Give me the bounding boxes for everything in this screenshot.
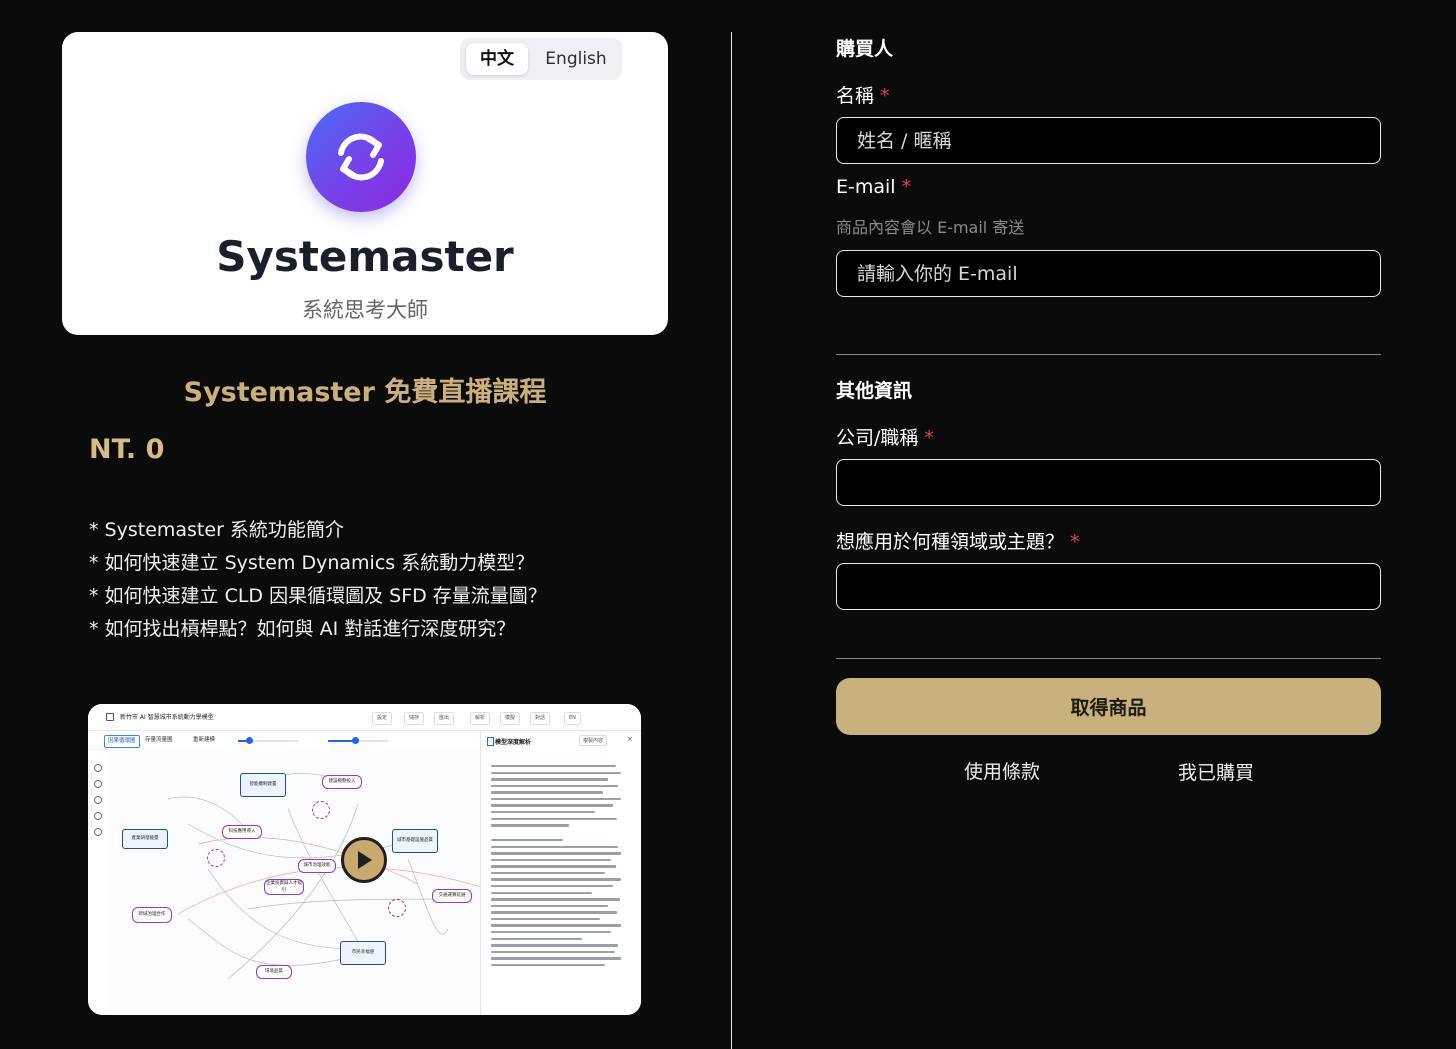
diagram-node: 科技應用導入 bbox=[222, 825, 262, 839]
diagram-node: 企業投資與人才吸引 bbox=[264, 879, 304, 895]
required-mark: * bbox=[880, 85, 890, 107]
name-label-text: 名稱 bbox=[836, 85, 875, 107]
home-icon bbox=[106, 713, 114, 721]
video-app-title: 新竹市 AI 智慧城市系統動力學模型 bbox=[120, 714, 214, 721]
email-label: E-mail * bbox=[836, 176, 911, 198]
email-hint: 商品內容會以 E-mail 寄送 bbox=[836, 218, 1025, 237]
course-title: Systemaster 免費直播課程 bbox=[183, 377, 547, 408]
required-mark: * bbox=[901, 176, 912, 198]
video-slider bbox=[238, 737, 298, 744]
lang-en-button[interactable]: English bbox=[536, 43, 616, 75]
reinforcing-loop-icon bbox=[312, 801, 330, 819]
domain-label: 想應用於何種領域或主題？ * bbox=[836, 527, 1080, 554]
video-tabs-bar: 因果循環圖 存量流量圖 重新建模 bbox=[88, 731, 480, 750]
get-product-button[interactable]: 取得商品 bbox=[836, 678, 1381, 735]
video-analysis-panel: 模型深度解析 複製內容 × bbox=[480, 731, 641, 1015]
video-tab-rebuild: 重新建模 bbox=[193, 737, 216, 743]
video-tool-simulate: 模擬 bbox=[500, 712, 521, 725]
domain-input[interactable] bbox=[836, 563, 1381, 610]
company-label-text: 公司/職稱 bbox=[836, 427, 919, 449]
email-label-text: E-mail bbox=[836, 176, 896, 198]
feature-item: * 如何快速建立 System Dynamics 系統動力模型？ bbox=[89, 552, 535, 574]
video-tool-export: 匯出 bbox=[434, 712, 455, 725]
diagram-node: 城市治理效能 bbox=[298, 859, 336, 873]
other-info-section-title: 其他資訊 bbox=[836, 380, 913, 402]
video-tool-lang: EN bbox=[564, 712, 581, 725]
name-label: 名稱 * bbox=[836, 81, 890, 108]
language-switch: 中文 English bbox=[460, 38, 622, 80]
already-purchased-link[interactable]: 我已購買 bbox=[1178, 758, 1254, 785]
product-card: 中文 English Systemaster 系統思考大師 bbox=[62, 32, 668, 335]
terms-link[interactable]: 使用條款 bbox=[964, 757, 1040, 784]
video-tool-save: 儲存 bbox=[404, 712, 425, 725]
video-tool-chat: 對話 bbox=[530, 712, 551, 725]
price: NT. 0 bbox=[89, 434, 165, 465]
play-icon[interactable] bbox=[341, 837, 387, 883]
video-canvas-tools bbox=[94, 764, 104, 844]
document-icon bbox=[487, 737, 494, 746]
video-diagram-canvas: 智能機制建置 建設規劃投入 產業研發能量 科技應用導入 城市基礎設施品質 城市治… bbox=[108, 749, 480, 1015]
video-preview[interactable]: 新竹市 AI 智慧城市系統動力學模型 設定 儲存 匯出 解析 模擬 對話 EN … bbox=[88, 704, 641, 1015]
diagram-node: 智能機制建置 bbox=[240, 773, 286, 797]
close-icon: × bbox=[627, 735, 633, 743]
brand-name: Systemaster bbox=[216, 232, 514, 281]
panel-text bbox=[491, 765, 621, 971]
video-app-toolbar: 新竹市 AI 智慧城市系統動力學模型 設定 儲存 匯出 解析 模擬 對話 EN bbox=[88, 704, 641, 731]
diagram-node: 交通運算延展 bbox=[432, 889, 472, 903]
reinforcing-loop-icon bbox=[207, 849, 225, 867]
panel-copy-button: 複製內容 bbox=[579, 735, 608, 746]
balancing-loop-icon bbox=[388, 899, 406, 917]
diagram-node: 環境品質 bbox=[256, 965, 292, 979]
panel-title: 模型深度解析 bbox=[495, 739, 532, 746]
domain-label-text: 想應用於何種領域或主題？ bbox=[836, 531, 1065, 553]
email-input[interactable] bbox=[836, 250, 1381, 297]
diagram-node: 產業研發能量 bbox=[122, 829, 168, 849]
feature-item: * 如何找出槓桿點？如何與 AI 對話進行深度研究？ bbox=[89, 618, 516, 640]
buyer-section-title: 購買人 bbox=[836, 38, 894, 60]
lang-zh-button[interactable]: 中文 bbox=[466, 43, 528, 75]
diagram-node: 建設規劃投入 bbox=[322, 775, 362, 789]
feature-list: * Systemaster 系統功能簡介 * 如何快速建立 System Dyn… bbox=[89, 514, 547, 646]
section-divider bbox=[836, 354, 1381, 355]
sync-arrows-icon bbox=[306, 102, 416, 212]
feature-item: * Systemaster 系統功能簡介 bbox=[89, 519, 344, 541]
video-tab-sfd: 存量流量圖 bbox=[145, 737, 173, 743]
company-input[interactable] bbox=[836, 459, 1381, 506]
feature-item: * 如何快速建立 CLD 因果循環圖及 SFD 存量流量圖？ bbox=[89, 585, 547, 607]
diagram-node: 跨域治理合作 bbox=[132, 907, 172, 923]
brand-subtitle: 系統思考大師 bbox=[302, 298, 428, 322]
video-tool-analyze: 解析 bbox=[470, 712, 491, 725]
video-slider bbox=[328, 737, 388, 744]
name-input[interactable] bbox=[836, 117, 1381, 164]
required-mark: * bbox=[924, 427, 934, 449]
diagram-node: 城市基礎設施品質 bbox=[392, 829, 438, 853]
company-label: 公司/職稱 * bbox=[836, 423, 934, 450]
video-tool-settings: 設定 bbox=[372, 712, 393, 725]
required-mark: * bbox=[1070, 531, 1080, 553]
column-divider bbox=[731, 32, 732, 1049]
video-tab-cld: 因果循環圖 bbox=[104, 735, 140, 748]
diagram-node: 市民幸福感 bbox=[340, 941, 386, 965]
section-divider bbox=[836, 658, 1381, 659]
